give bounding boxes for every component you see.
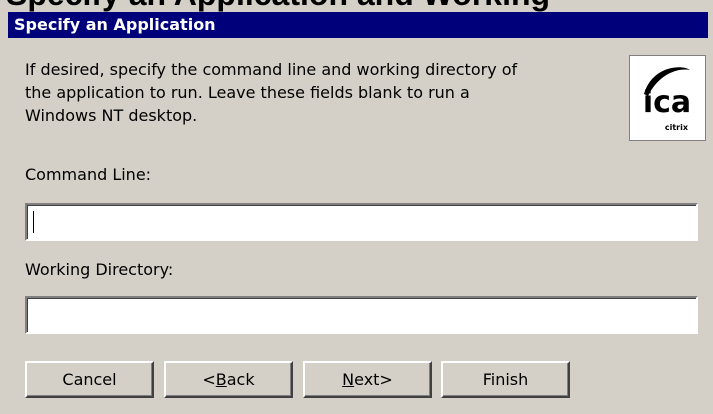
command-line-input[interactable] bbox=[25, 203, 698, 241]
dialog-title: Specify an Application bbox=[14, 15, 216, 34]
logo-wordmark: ica bbox=[643, 85, 691, 120]
instructions-line: the application to run. Leave these fiel… bbox=[25, 83, 470, 102]
instructions-line: If desired, specify the command line and… bbox=[25, 60, 518, 79]
ica-citrix-logo-icon: ica citrix bbox=[629, 55, 706, 141]
next-button-rest: ext> bbox=[354, 370, 393, 389]
finish-button[interactable]: Finish bbox=[441, 361, 570, 398]
next-button[interactable]: Next> bbox=[303, 361, 432, 398]
next-button-mnemonic: N bbox=[342, 370, 355, 389]
text-caret bbox=[33, 211, 34, 233]
working-directory-label: Working Directory: bbox=[25, 260, 174, 279]
page-heading: Specify an Application and Working bbox=[6, 0, 706, 12]
finish-button-label: Finish bbox=[482, 370, 529, 389]
command-line-label: Command Line: bbox=[25, 165, 152, 184]
instructions-text: If desired, specify the command line and… bbox=[25, 58, 585, 127]
cancel-button[interactable]: Cancel bbox=[25, 361, 154, 398]
logo-brand: citrix bbox=[665, 123, 689, 132]
back-button-rest: ack bbox=[226, 370, 255, 389]
cancel-button-label: Cancel bbox=[62, 370, 117, 389]
back-button-prefix: < bbox=[202, 370, 216, 389]
instructions-line: Windows NT desktop. bbox=[25, 106, 198, 125]
dialog-title-bar: Specify an Application bbox=[8, 12, 708, 38]
back-button-mnemonic: B bbox=[215, 370, 227, 389]
working-directory-input[interactable] bbox=[25, 296, 698, 334]
back-button[interactable]: < Back bbox=[164, 361, 293, 398]
